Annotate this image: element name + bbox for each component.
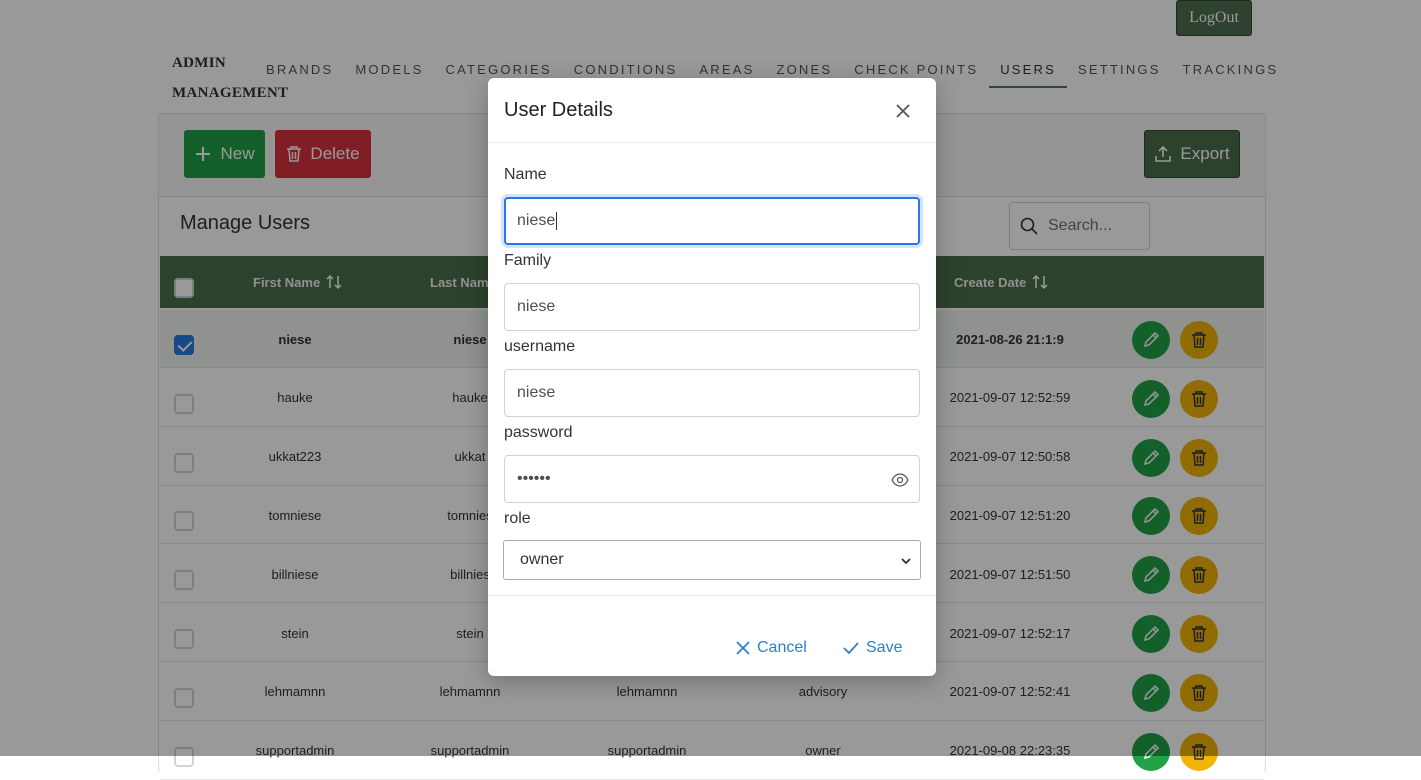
username-field[interactable]: niese xyxy=(504,369,920,417)
password-label: password xyxy=(504,424,573,441)
cancel-button[interactable]: Cancel xyxy=(735,634,807,662)
name-field-value: niese xyxy=(517,212,556,229)
modal-title: User Details xyxy=(504,99,613,121)
chevron-down-icon xyxy=(901,558,911,565)
password-field[interactable]: •••••• xyxy=(504,455,920,503)
password-field-value: •••••• xyxy=(517,470,551,487)
family-label: Family xyxy=(504,252,552,269)
username-field-value: niese xyxy=(517,384,556,401)
role-select[interactable]: owner xyxy=(503,540,921,580)
user-details-dialog: User Details Name niese Family niese use… xyxy=(488,78,936,676)
save-button[interactable]: Save xyxy=(842,634,902,662)
family-field-value: niese xyxy=(517,298,556,315)
role-label: role xyxy=(504,510,531,527)
page: LogOut ADMIN MANAGEMENT BRANDS MODELS CA… xyxy=(0,0,1421,780)
modal-header: User Details xyxy=(488,78,936,143)
check-icon xyxy=(843,642,859,655)
close-icon[interactable] xyxy=(892,100,914,122)
role-select-value: owner xyxy=(520,551,564,568)
cancel-button-label: Cancel xyxy=(757,639,807,656)
username-label: username xyxy=(504,338,576,355)
name-field[interactable]: niese xyxy=(504,197,920,245)
close-icon xyxy=(736,641,750,655)
family-field[interactable]: niese xyxy=(504,283,920,331)
name-label: Name xyxy=(504,166,547,183)
text-caret xyxy=(556,212,558,230)
save-button-label: Save xyxy=(866,639,903,656)
eye-icon[interactable] xyxy=(891,471,909,489)
